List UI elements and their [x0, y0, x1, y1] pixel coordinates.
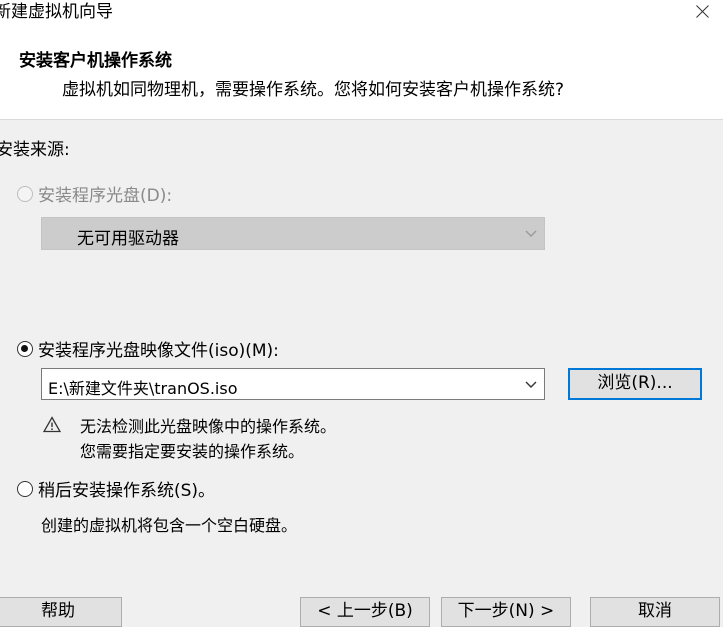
chevron-down-icon[interactable] [524, 377, 538, 391]
window-title: 新建虚拟机向导 [0, 2, 113, 22]
title-bar: 新建虚拟机向导 [0, 0, 723, 28]
radio-button[interactable] [17, 340, 33, 357]
cancel-button[interactable]: 取消 [590, 597, 720, 627]
radio-install-disc[interactable]: 安装程序光盘(D): [17, 181, 172, 206]
radio-label: 安装程序光盘映像文件(iso)(M): [38, 341, 279, 361]
close-icon[interactable] [683, 0, 723, 28]
iso-path-value: E:\新建文件夹\tranOS.iso [48, 379, 238, 398]
disc-drive-select[interactable]: 无可用驱动器 [41, 217, 545, 250]
warning-text: 无法检测此光盘映像中的操作系统。 [80, 417, 337, 436]
chevron-down-icon [525, 230, 537, 237]
disc-drive-value: 无可用驱动器 [77, 229, 179, 249]
help-button[interactable]: 帮助 [0, 597, 122, 627]
wizard-header: 安装客户机操作系统 虚拟机如同物理机，需要操作系统。您将如何安装客户机操作系统? [0, 28, 723, 120]
radio-install-iso[interactable]: 安装程序光盘映像文件(iso)(M): [17, 336, 279, 361]
install-source-label: 安装来源: [0, 140, 70, 160]
next-button[interactable]: 下一步(N) > [441, 597, 571, 627]
warning-icon [43, 416, 61, 433]
warning-hint: 您需要指定要安装的操作系统。 [80, 442, 305, 461]
page-title: 安装客户机操作系统 [19, 51, 172, 71]
back-button[interactable]: < 上一步(B) [300, 597, 430, 627]
later-description: 创建的虚拟机将包含一个空白硬盘。 [41, 516, 298, 535]
radio-button[interactable] [17, 480, 33, 497]
browse-button[interactable]: 浏览(R)... [568, 368, 702, 400]
radio-label: 稍后安装操作系统(S)。 [38, 481, 216, 501]
page-description: 虚拟机如同物理机，需要操作系统。您将如何安装客户机操作系统? [62, 80, 565, 100]
radio-button[interactable] [17, 185, 33, 202]
radio-label: 安装程序光盘(D): [38, 186, 173, 206]
radio-install-later[interactable]: 稍后安装操作系统(S)。 [17, 476, 215, 501]
iso-path-combobox[interactable]: E:\新建文件夹\tranOS.iso [41, 368, 545, 400]
